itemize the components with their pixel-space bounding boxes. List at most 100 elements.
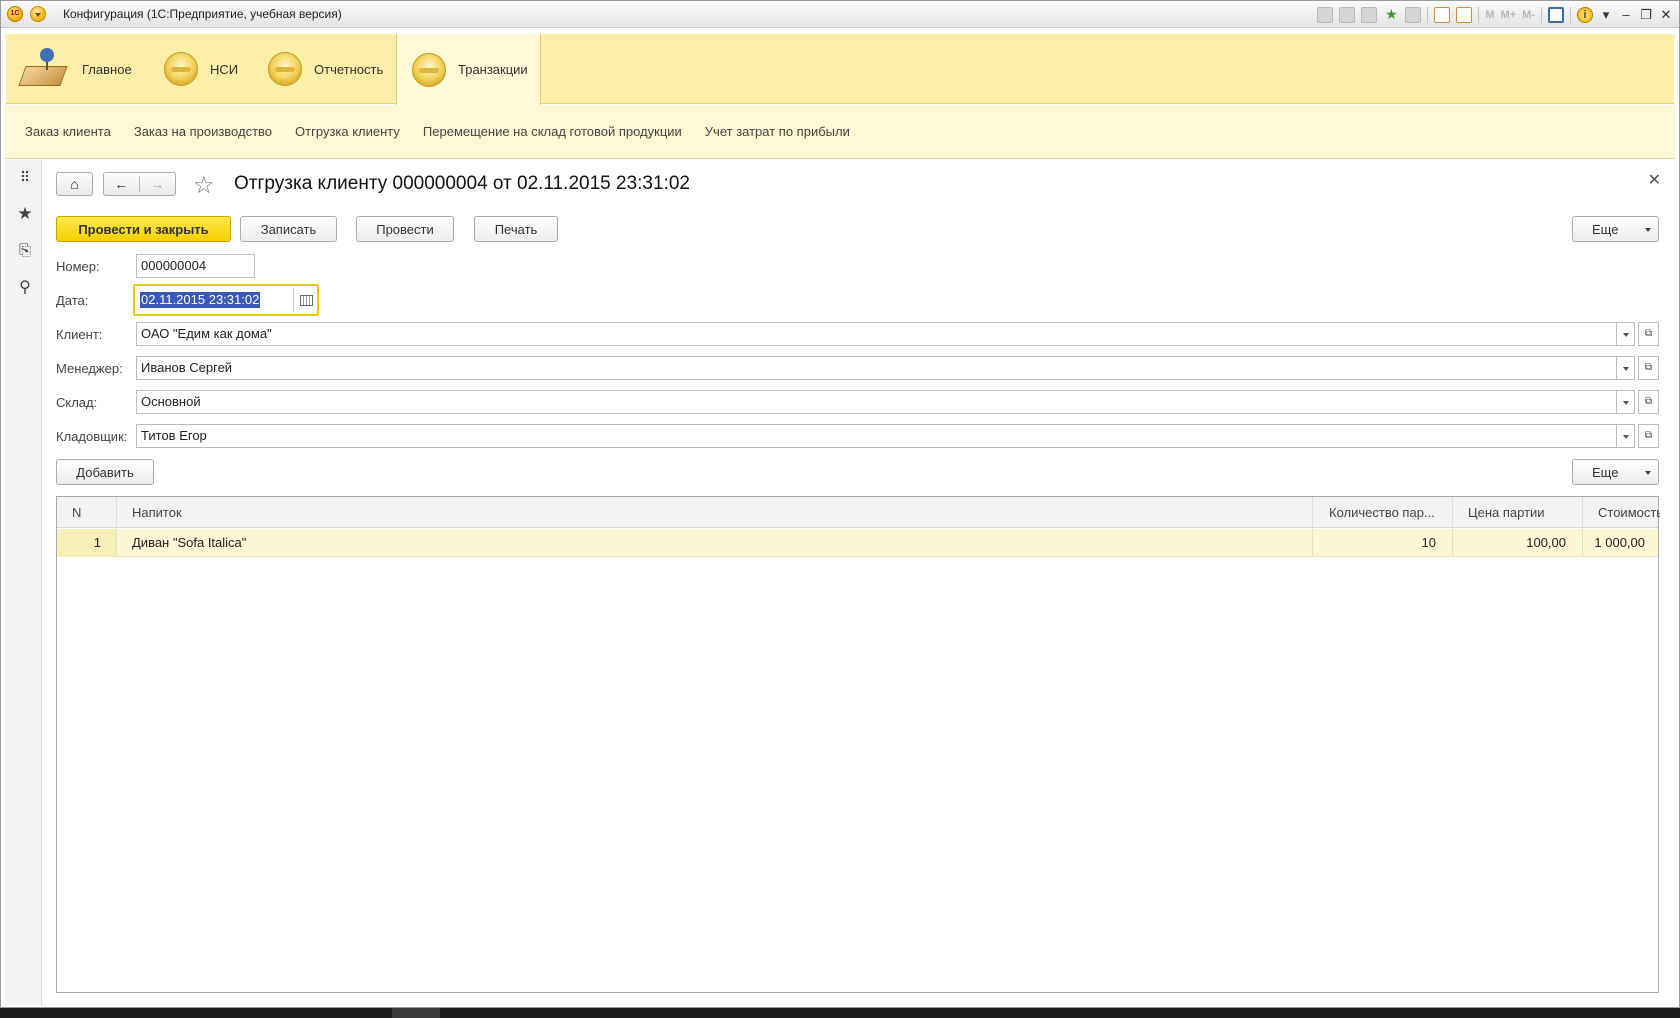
title-toolbar: ★ M M+ M- i ▾ – ❐ ✕: [1317, 5, 1673, 25]
forward-icon[interactable]: →: [140, 176, 176, 192]
save-icon[interactable]: [1317, 7, 1334, 23]
row-quantity[interactable]: 10: [1313, 529, 1453, 557]
table-more-button[interactable]: Еще: [1572, 459, 1659, 485]
toolbar-separator: [1478, 7, 1480, 23]
client-field[interactable]: ОАО "Едим как дома": [136, 322, 1617, 346]
section-label: НСИ: [210, 61, 239, 77]
table-row[interactable]: 1 Диван "Sofa Italica" 10 100,00 1 000,0…: [57, 529, 1658, 557]
section-icon: [412, 52, 446, 87]
column-header-quantity[interactable]: Количество пар...: [1313, 497, 1453, 528]
row-cost[interactable]: 1 000,00: [1583, 529, 1660, 557]
command-customer-shipment[interactable]: Отгрузка клиенту: [295, 124, 400, 139]
warehouse-field[interactable]: Основной: [136, 390, 1617, 414]
window-title: Конфигурация (1С:Предприятие, учебная ве…: [63, 7, 342, 21]
all-functions-icon[interactable]: ⠿: [16, 168, 34, 186]
left-tools-panel: ⠿ ★ ⎘ ⚲: [6, 160, 42, 1005]
info-dropdown-icon[interactable]: ▾: [1599, 7, 1613, 23]
form-title: Отгрузка клиенту 000000004 от 02.11.2015…: [234, 173, 690, 194]
date-value[interactable]: 02.11.2015 23:31:02: [140, 292, 261, 308]
close-form-icon[interactable]: ✕: [1648, 170, 1661, 190]
storekeeper-dropdown-icon[interactable]: [1616, 424, 1635, 448]
calculator-icon[interactable]: [1434, 7, 1451, 23]
section-icon: [268, 52, 302, 86]
commands-bar: Заказ клиента Заказ на производство Отгр…: [6, 105, 1674, 159]
1c-logo-icon[interactable]: 1С: [7, 6, 23, 22]
toolbar-separator: [1541, 7, 1542, 23]
number-field[interactable]: 000000004: [136, 254, 255, 278]
table-header: N Напиток Количество пар... Цена партии …: [57, 497, 1660, 528]
history-icon[interactable]: ⎘: [16, 242, 34, 260]
warehouse-dropdown-icon[interactable]: [1616, 390, 1635, 414]
column-header-price[interactable]: Цена партии: [1453, 497, 1583, 528]
warehouse-label: Склад:: [56, 395, 98, 410]
calendar-picker-icon[interactable]: [293, 288, 317, 312]
calendar-icon[interactable]: [1456, 7, 1473, 23]
home-icon: ⌂: [70, 176, 79, 192]
section-label: Транзакции: [458, 62, 528, 77]
restore-icon[interactable]: ❐: [1639, 7, 1653, 23]
favorites-icon[interactable]: [1405, 7, 1422, 23]
client-open-icon[interactable]: ⧉: [1638, 322, 1659, 346]
number-label: Номер:: [56, 259, 100, 274]
section-label: Главное: [82, 61, 132, 77]
favorites-star-icon[interactable]: ★: [16, 205, 34, 223]
memory-m-button[interactable]: M: [1485, 7, 1494, 23]
section-transactions[interactable]: Транзакции: [396, 34, 541, 105]
section-icon: [164, 52, 198, 86]
command-profit-cost-accounting[interactable]: Учет затрат по прибыли: [705, 124, 850, 139]
preview-icon[interactable]: [1361, 7, 1378, 23]
print-button[interactable]: Печать: [474, 216, 558, 242]
manager-field[interactable]: Иванов Сергей: [136, 356, 1617, 380]
section-nsi[interactable]: НСИ: [164, 34, 238, 104]
add-row-button[interactable]: Добавить: [56, 459, 154, 485]
manager-dropdown-icon[interactable]: [1616, 356, 1635, 380]
storekeeper-field[interactable]: Титов Егор: [136, 424, 1617, 448]
warehouse-open-icon[interactable]: ⧉: [1638, 390, 1659, 414]
command-customer-order[interactable]: Заказ клиента: [25, 124, 111, 139]
storekeeper-open-icon[interactable]: ⧉: [1638, 424, 1659, 448]
app-window: 1С Конфигурация (1С:Предприятие, учебная…: [0, 0, 1680, 1008]
date-label: Дата:: [56, 293, 89, 308]
manager-open-icon[interactable]: ⧉: [1638, 356, 1659, 380]
more-button[interactable]: Еще: [1572, 216, 1659, 242]
taskbar: [0, 1008, 1680, 1018]
info-icon[interactable]: i: [1577, 7, 1593, 23]
column-header-item[interactable]: Напиток: [117, 497, 1313, 528]
main-menu-button[interactable]: [30, 6, 46, 22]
close-window-icon[interactable]: ✕: [1659, 7, 1673, 23]
row-item[interactable]: Диван "Sofa Italica": [117, 529, 1313, 557]
home-button[interactable]: ⌂: [56, 172, 93, 196]
toolbar-separator: [1427, 7, 1429, 23]
desk-lamp-icon: [18, 46, 70, 92]
panels-icon[interactable]: [1548, 7, 1564, 23]
print-icon[interactable]: [1339, 7, 1356, 23]
row-price[interactable]: 100,00: [1453, 529, 1583, 557]
sections-panel: Главное НСИ Отчетность Транзакции: [6, 34, 1674, 105]
memory-plus-button[interactable]: M+: [1501, 7, 1517, 23]
taskbar-item[interactable]: [392, 1008, 440, 1018]
manager-label: Менеджер:: [56, 361, 123, 376]
favorite-star-icon[interactable]: ☆: [193, 171, 215, 200]
nav-buttons: ← →: [103, 172, 176, 196]
client-dropdown-icon[interactable]: [1616, 322, 1635, 346]
minimize-icon[interactable]: –: [1619, 7, 1633, 23]
title-bar: 1С Конфигурация (1С:Предприятие, учебная…: [1, 1, 1679, 28]
search-icon[interactable]: ⚲: [16, 279, 34, 297]
section-label: Отчетность: [314, 61, 384, 77]
command-transfer-to-warehouse[interactable]: Перемещение на склад готовой продукции: [423, 124, 682, 139]
chevron-down-icon: [1645, 471, 1651, 475]
save-button[interactable]: Записать: [240, 216, 337, 242]
document-form: ⌂ ← → ☆ Отгрузка клиенту 000000004 от 02…: [43, 160, 1675, 1005]
column-header-cost[interactable]: Стоимость: [1583, 497, 1660, 528]
command-production-order[interactable]: Заказ на производство: [134, 124, 272, 139]
post-and-close-button[interactable]: Провести и закрыть: [56, 216, 231, 242]
memory-minus-button[interactable]: M-: [1522, 7, 1535, 23]
section-main[interactable]: Главное: [18, 34, 132, 104]
favorites-add-icon[interactable]: ★: [1383, 7, 1399, 23]
section-reports[interactable]: Отчетность: [268, 34, 383, 104]
goods-table[interactable]: N Напиток Количество пар... Цена партии …: [56, 496, 1660, 993]
column-header-n[interactable]: N: [57, 497, 117, 528]
post-button[interactable]: Провести: [356, 216, 454, 242]
back-icon[interactable]: ←: [104, 176, 140, 192]
date-field[interactable]: 02.11.2015 23:31:02: [133, 284, 319, 316]
